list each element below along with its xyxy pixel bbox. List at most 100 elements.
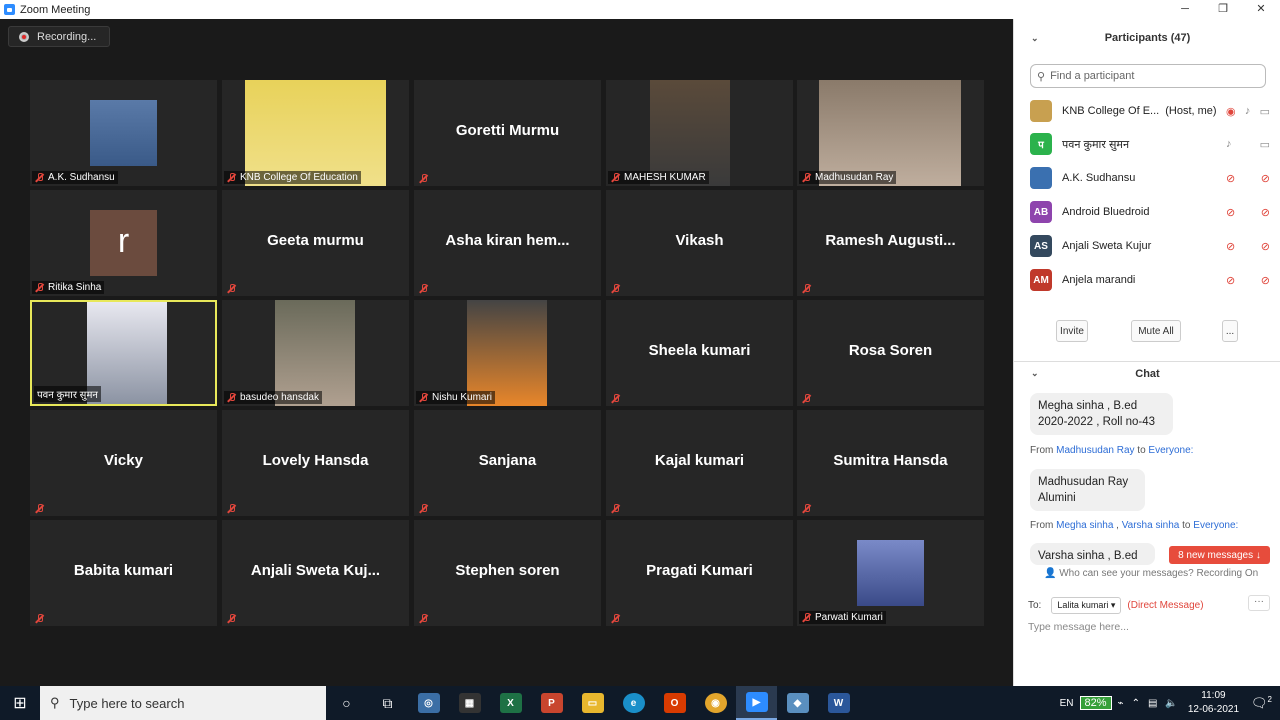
muted-mic-icon[interactable]: ⊘ (1226, 172, 1235, 185)
video-tile[interactable]: Geeta murmu (222, 190, 409, 296)
chat-more-button[interactable]: ··· (1248, 595, 1270, 611)
video-tile[interactable]: Kajal kumari (606, 410, 793, 516)
app-icon[interactable]: ◎ (408, 686, 449, 720)
minimize-button[interactable]: ─ (1166, 0, 1204, 19)
new-messages-button[interactable]: 8 new messages ↓ (1169, 546, 1270, 564)
find-participant-input[interactable]: ⚲ Find a participant (1030, 64, 1266, 88)
video-tile[interactable]: Rosa Soren (797, 300, 984, 406)
video-tile[interactable]: KNB College Of Education (222, 80, 409, 186)
participant-video: r (90, 210, 157, 276)
chrome-icon[interactable]: ◉ (695, 686, 736, 720)
word-icon[interactable]: W (818, 686, 859, 720)
tile-label (799, 283, 818, 294)
muted-mic-icon[interactable]: ⊘ (1226, 274, 1235, 287)
video-tile[interactable]: Asha kiran hem... (414, 190, 601, 296)
video-tile[interactable]: Anjali Sweta Kuj... (222, 520, 409, 626)
video-off-icon[interactable]: ⊘ (1261, 240, 1270, 253)
participant-row[interactable]: A.K. Sudhansu ⊘ ⊘ (1030, 165, 1270, 191)
language-indicator[interactable]: EN (1060, 698, 1074, 709)
chat-message-input[interactable]: Type message here... (1028, 621, 1129, 633)
tile-label (224, 503, 243, 514)
video-tile[interactable]: Vicky (30, 410, 217, 516)
clock[interactable]: 11:09 12-06-2021 (1188, 689, 1239, 717)
who-can-see-link[interactable]: 👤 Who can see your messages? Recording O… (1044, 568, 1258, 579)
video-tile[interactable]: पवन कुमार सुमन (30, 300, 217, 406)
recipient-select[interactable]: Lalita kumari ▾ (1051, 597, 1122, 614)
video-tile[interactable]: A.K. Sudhansu (30, 80, 217, 186)
invite-button[interactable]: Invite (1056, 320, 1088, 342)
participant-name: Vikash (675, 232, 724, 249)
participant-controls: ⊘ ⊘ (1226, 172, 1270, 185)
pdf-icon[interactable]: P (531, 686, 572, 720)
chevron-up-icon[interactable]: ⌃ (1132, 698, 1140, 709)
tile-label (416, 613, 435, 624)
tile-label (799, 393, 818, 404)
zoom-taskbar-icon[interactable]: ▶ (736, 686, 777, 720)
video-icon[interactable]: ▭ (1260, 105, 1270, 118)
taskbar-search-input[interactable]: ⚲ Type here to search (40, 686, 326, 720)
tile-label: Nishu Kumari (416, 391, 496, 404)
excel-icon[interactable]: X (490, 686, 531, 720)
video-tile[interactable]: Babita kumari (30, 520, 217, 626)
mic-icon[interactable]: ♪ (1245, 105, 1251, 118)
tile-label (32, 503, 51, 514)
participant-row[interactable]: प पवन कुमार सुमन ♪ ▭ (1030, 131, 1270, 157)
mic-icon[interactable]: ♪ (1226, 138, 1232, 151)
file-explorer-icon[interactable]: ▭ (572, 686, 613, 720)
mute-all-button[interactable]: Mute All (1131, 320, 1181, 342)
video-off-icon[interactable]: ⊘ (1261, 206, 1270, 219)
store-icon[interactable]: ▦ (449, 686, 490, 720)
video-tile[interactable]: Parwati Kumari (797, 520, 984, 626)
video-tile[interactable]: Lovely Hansda (222, 410, 409, 516)
video-tile[interactable]: Madhusudan Ray (797, 80, 984, 186)
network-icon[interactable]: ▤ (1148, 698, 1157, 709)
muted-mic-icon (35, 173, 44, 182)
participant-row[interactable]: AB Android Bluedroid ⊘ ⊘ (1030, 199, 1270, 225)
video-off-icon[interactable]: ⊘ (1261, 172, 1270, 185)
muted-mic-icon[interactable]: ⊘ (1226, 206, 1235, 219)
participant-name: Ramesh Augusti... (825, 232, 956, 249)
edge-icon[interactable]: e (613, 686, 654, 720)
video-tile[interactable]: basudeo hansdak (222, 300, 409, 406)
participants-more-button[interactable]: ... (1222, 320, 1238, 342)
close-button[interactable]: ✕ (1242, 0, 1280, 19)
video-tile[interactable]: Nishu Kumari (414, 300, 601, 406)
participant-name: Geeta murmu (267, 232, 364, 249)
video-tile[interactable]: MAHESH KUMAR (606, 80, 793, 186)
video-tile[interactable]: Pragati Kumari (606, 520, 793, 626)
video-tile[interactable]: Sheela kumari (606, 300, 793, 406)
video-tile[interactable]: Sanjana (414, 410, 601, 516)
participant-row[interactable]: KNB College Of E... (Host, me) ◉ ♪ ▭ (1030, 98, 1270, 124)
collapse-chevron-icon[interactable]: ⌄ (1031, 368, 1039, 379)
power-icon[interactable]: ⌁ (1118, 698, 1124, 709)
app-icon[interactable]: ◆ (777, 686, 818, 720)
windows-start-icon[interactable]: ⊞ (0, 686, 40, 720)
video-off-icon[interactable]: ⊘ (1261, 274, 1270, 287)
chat-from-line: From Madhusudan Ray to Everyone: (1030, 445, 1194, 456)
video-tile[interactable]: r Ritika Sinha (30, 190, 217, 296)
tile-label-name: Parwati Kumari (815, 612, 883, 623)
video-tile[interactable]: Sumitra Hansda (797, 410, 984, 516)
chat-title: Chat (1135, 367, 1160, 380)
muted-mic-icon (611, 284, 620, 293)
task-view-icon[interactable]: ⧉ (367, 686, 408, 720)
tile-label-name: पवन कुमार सुमन (37, 390, 98, 401)
notifications-icon[interactable]: 🗨2 (1251, 695, 1272, 711)
maximize-button[interactable]: ❐ (1204, 0, 1242, 19)
cortana-icon[interactable]: ○ (326, 686, 367, 720)
video-tile[interactable]: Stephen soren (414, 520, 601, 626)
recording-indicator[interactable]: Recording... (8, 26, 110, 47)
volume-icon[interactable]: 🔈 (1165, 698, 1177, 709)
participant-name: Stephen soren (455, 562, 560, 579)
participant-row[interactable]: AM Anjela marandi ⊘ ⊘ (1030, 267, 1270, 293)
video-tile[interactable]: Vikash (606, 190, 793, 296)
video-icon[interactable]: ▭ (1260, 138, 1270, 151)
battery-indicator[interactable]: 82% (1079, 696, 1112, 710)
participant-row[interactable]: AS Anjali Sweta Kujur ⊘ ⊘ (1030, 233, 1270, 259)
office-icon[interactable]: O (654, 686, 695, 720)
video-tile[interactable]: Ramesh Augusti... (797, 190, 984, 296)
collapse-chevron-icon[interactable]: ⌄ (1031, 33, 1039, 44)
muted-mic-icon[interactable]: ⊘ (1226, 240, 1235, 253)
video-tile[interactable]: Goretti Murmu (414, 80, 601, 186)
chat-message: Varsha sinha , B.ed (1030, 543, 1155, 565)
